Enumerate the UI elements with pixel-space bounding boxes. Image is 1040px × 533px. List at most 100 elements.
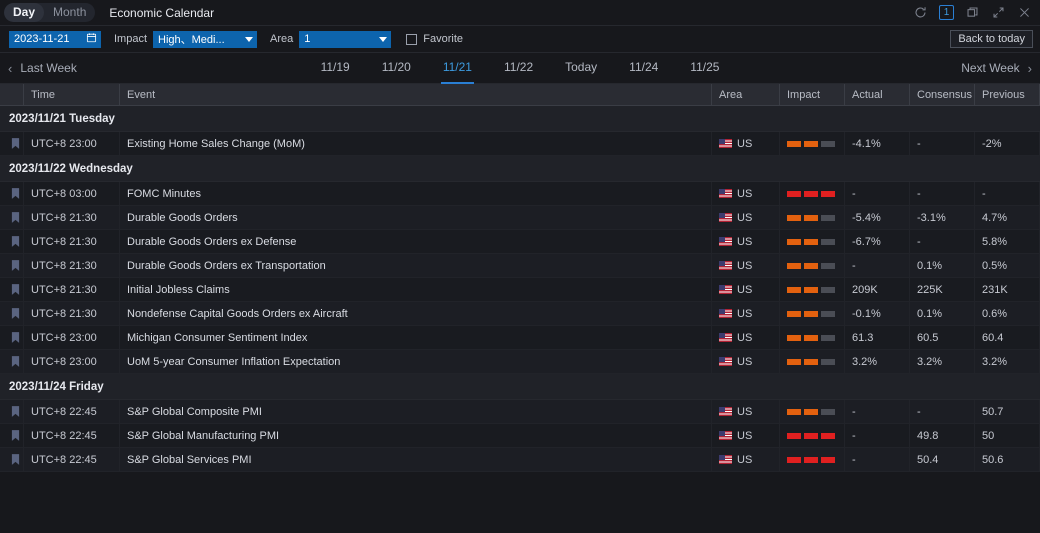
bookmark-cell[interactable] bbox=[0, 182, 24, 206]
table-row[interactable]: UTC+8 23:00Existing Home Sales Change (M… bbox=[0, 132, 1040, 156]
cell-actual: - bbox=[845, 400, 910, 424]
table-row[interactable]: UTC+8 21:30Durable Goods Orders ex Trans… bbox=[0, 254, 1040, 278]
day-tab-11-19[interactable]: 11/19 bbox=[305, 53, 366, 84]
table-row[interactable]: UTC+8 21:30Nondefense Capital Goods Orde… bbox=[0, 302, 1040, 326]
favorite-filter[interactable]: Favorite bbox=[406, 33, 463, 45]
cell-time: UTC+8 23:00 bbox=[24, 132, 120, 156]
table-row[interactable]: UTC+8 22:45S&P Global Composite PMIUS--5… bbox=[0, 400, 1040, 424]
cell-event: Nondefense Capital Goods Orders ex Aircr… bbox=[120, 302, 712, 326]
us-flag-icon bbox=[719, 333, 732, 342]
favorite-checkbox[interactable] bbox=[406, 34, 417, 45]
impact-bar bbox=[821, 287, 835, 293]
expand-icon[interactable] bbox=[991, 5, 1006, 20]
impact-bar bbox=[804, 433, 818, 439]
impact-bar bbox=[821, 141, 835, 147]
day-tab-11-22[interactable]: 11/22 bbox=[488, 53, 549, 84]
cell-event: Durable Goods Orders ex Transportation bbox=[120, 254, 712, 278]
us-flag-icon bbox=[719, 285, 732, 294]
cell-area: US bbox=[712, 350, 780, 374]
close-icon[interactable] bbox=[1017, 5, 1032, 20]
bookmark-icon[interactable] bbox=[7, 326, 23, 350]
impact-bar bbox=[821, 263, 835, 269]
window-count-badge[interactable]: 1 bbox=[939, 5, 954, 20]
cell-actual: -4.1% bbox=[845, 132, 910, 156]
bookmark-cell[interactable] bbox=[0, 302, 24, 326]
area-label: US bbox=[737, 206, 752, 230]
bookmark-icon[interactable] bbox=[7, 254, 23, 278]
table-row[interactable]: UTC+8 23:00UoM 5-year Consumer Inflation… bbox=[0, 350, 1040, 374]
cell-actual: - bbox=[845, 254, 910, 278]
view-mode-month[interactable]: Month bbox=[44, 3, 95, 22]
bookmark-cell[interactable] bbox=[0, 350, 24, 374]
bookmark-icon[interactable] bbox=[7, 350, 23, 374]
bookmark-cell[interactable] bbox=[0, 254, 24, 278]
restore-window-icon[interactable] bbox=[965, 5, 980, 20]
cell-time: UTC+8 21:30 bbox=[24, 254, 120, 278]
bookmark-icon[interactable] bbox=[7, 132, 23, 156]
impact-bar bbox=[787, 263, 801, 269]
cell-time: UTC+8 23:00 bbox=[24, 350, 120, 374]
us-flag-icon bbox=[719, 431, 732, 440]
cell-area: US bbox=[712, 278, 780, 302]
day-tab-11-25[interactable]: 11/25 bbox=[674, 53, 735, 84]
table-row[interactable]: UTC+8 21:30Durable Goods Orders ex Defen… bbox=[0, 230, 1040, 254]
cell-consensus: - bbox=[910, 182, 975, 206]
cell-event: S&P Global Composite PMI bbox=[120, 400, 712, 424]
area-filter-value: 1 bbox=[304, 33, 310, 45]
bookmark-cell[interactable] bbox=[0, 230, 24, 254]
impact-bar bbox=[804, 263, 818, 269]
bookmark-icon[interactable] bbox=[7, 448, 23, 472]
bookmark-icon[interactable] bbox=[7, 278, 23, 302]
table-row[interactable]: UTC+8 21:30Durable Goods OrdersUS-5.4%-3… bbox=[0, 206, 1040, 230]
bookmark-cell[interactable] bbox=[0, 132, 24, 156]
bookmark-cell[interactable] bbox=[0, 326, 24, 350]
bookmark-cell[interactable] bbox=[0, 278, 24, 302]
bookmark-icon[interactable] bbox=[7, 206, 23, 230]
cell-impact bbox=[780, 230, 845, 254]
impact-bars bbox=[787, 424, 844, 448]
cell-time: UTC+8 22:45 bbox=[24, 448, 120, 472]
cell-consensus: - bbox=[910, 132, 975, 156]
table-row[interactable]: UTC+8 03:00FOMC MinutesUS--- bbox=[0, 182, 1040, 206]
refresh-icon[interactable] bbox=[913, 5, 928, 20]
impact-bars bbox=[787, 278, 844, 302]
table-row[interactable]: UTC+8 22:45S&P Global Manufacturing PMIU… bbox=[0, 424, 1040, 448]
cell-previous: 0.5% bbox=[975, 254, 1040, 278]
column-header-time: Time bbox=[24, 84, 120, 106]
area-filter-select[interactable]: 1 bbox=[299, 31, 391, 48]
day-tab-11-20[interactable]: 11/20 bbox=[366, 53, 427, 84]
cell-event: FOMC Minutes bbox=[120, 182, 712, 206]
bookmark-cell[interactable] bbox=[0, 400, 24, 424]
table-body[interactable]: 2023/11/21 TuesdayUTC+8 23:00Existing Ho… bbox=[0, 106, 1040, 517]
impact-filter-select[interactable]: High、Medi... bbox=[153, 31, 257, 48]
bookmark-icon[interactable] bbox=[7, 424, 23, 448]
view-mode-switch[interactable]: Day Month bbox=[4, 3, 95, 22]
cell-actual: - bbox=[845, 448, 910, 472]
bookmark-icon[interactable] bbox=[7, 182, 23, 206]
date-picker[interactable]: 2023-11-21 bbox=[9, 31, 101, 48]
us-flag-icon bbox=[719, 407, 732, 416]
cell-area: US bbox=[712, 206, 780, 230]
area-label: US bbox=[737, 254, 752, 278]
table-row[interactable]: UTC+8 23:00Michigan Consumer Sentiment I… bbox=[0, 326, 1040, 350]
window-title: Economic Calendar bbox=[109, 6, 214, 20]
impact-bars bbox=[787, 350, 844, 374]
table-row[interactable]: UTC+8 22:45S&P Global Services PMIUS-50.… bbox=[0, 448, 1040, 472]
view-mode-day[interactable]: Day bbox=[4, 3, 44, 22]
bookmark-cell[interactable] bbox=[0, 206, 24, 230]
bookmark-icon[interactable] bbox=[7, 230, 23, 254]
bookmark-cell[interactable] bbox=[0, 448, 24, 472]
back-to-today-button[interactable]: Back to today bbox=[950, 30, 1033, 48]
area-label: US bbox=[737, 182, 752, 206]
day-tab-11-24[interactable]: 11/24 bbox=[613, 53, 674, 84]
impact-bar bbox=[821, 191, 835, 197]
table-row[interactable]: UTC+8 21:30Initial Jobless ClaimsUS209K2… bbox=[0, 278, 1040, 302]
bookmark-icon[interactable] bbox=[7, 302, 23, 326]
impact-bar bbox=[804, 457, 818, 463]
day-tab-11-21[interactable]: 11/21 bbox=[427, 53, 488, 84]
day-tab-today[interactable]: Today bbox=[549, 53, 613, 84]
column-header-area: Area bbox=[712, 84, 780, 106]
bookmark-icon[interactable] bbox=[7, 400, 23, 424]
bookmark-cell[interactable] bbox=[0, 424, 24, 448]
cell-time: UTC+8 21:30 bbox=[24, 230, 120, 254]
